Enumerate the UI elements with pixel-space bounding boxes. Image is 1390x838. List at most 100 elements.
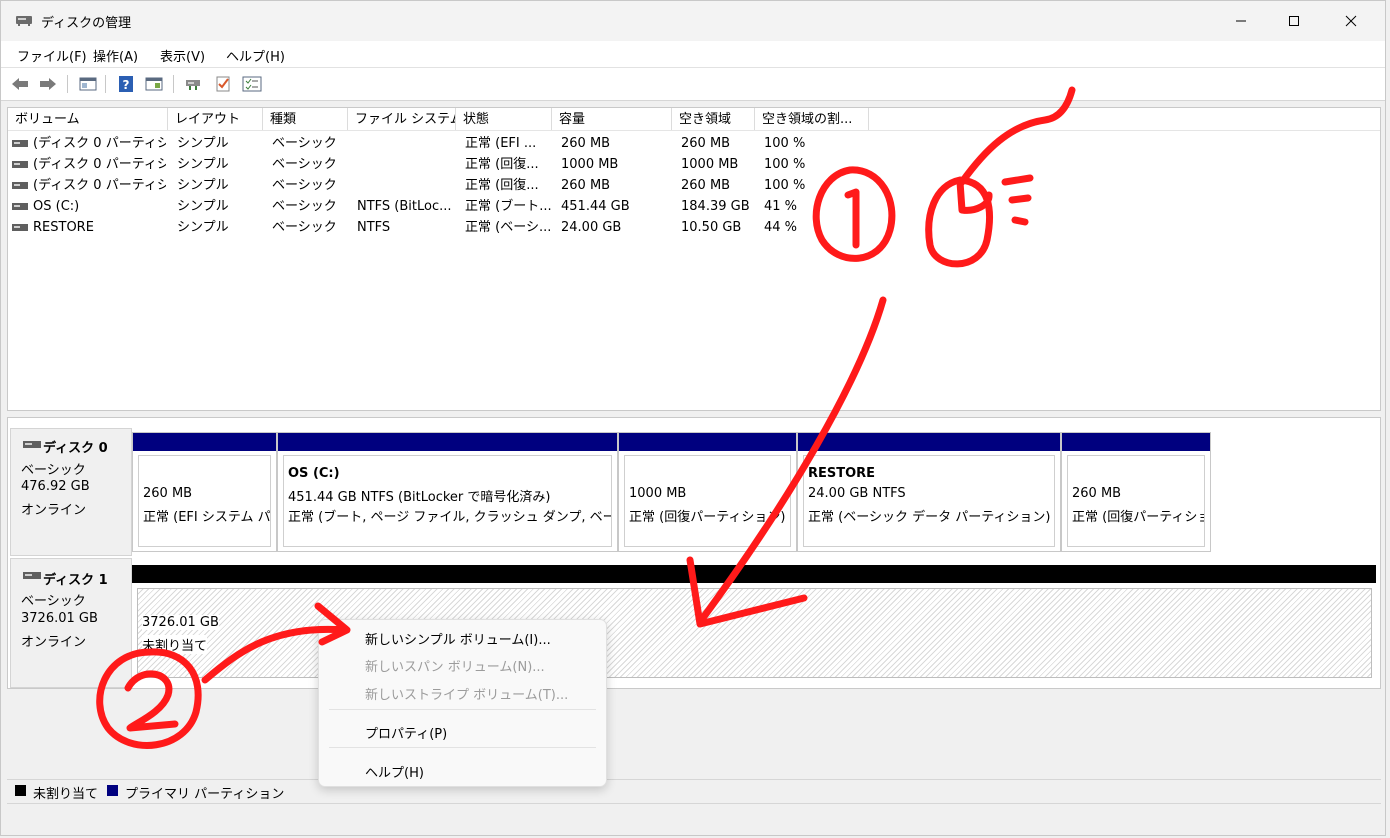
legend-bar: 未割り当て プライマリ パーティション	[7, 779, 1381, 802]
volume-free-space: 10.50 GB	[681, 220, 742, 235]
toolbar-separator	[105, 75, 106, 93]
volume-row[interactable]: RESTORE シンプル ベーシック NTFS 正常 (ベーシ... 24.00…	[8, 217, 1380, 238]
toolbar: ?	[1, 68, 1385, 101]
volume-drive-icon	[12, 161, 28, 168]
volume-filesystem	[357, 175, 457, 196]
partition-bar	[278, 433, 617, 451]
partition-efi[interactable]: 260 MB 正常 (EFI システム パ-	[132, 432, 277, 552]
column-header-capacity[interactable]: 容量	[552, 108, 672, 130]
volume-row[interactable]: OS (C:) シンプル ベーシック NTFS (BitLoc... 正常 (ブ…	[8, 196, 1380, 217]
minimize-button[interactable]	[1218, 1, 1264, 41]
partition-name: OS (C:)	[288, 466, 340, 481]
disk-management-app-icon	[16, 16, 32, 26]
menu-item-new-striped-volume[interactable]: 新しいストライプ ボリューム(T)...	[365, 684, 568, 703]
volume-row[interactable]: (ディスク 0 パーティショ... シンプル ベーシック 正常 (回復... 2…	[8, 175, 1380, 196]
partition-name: RESTORE	[808, 466, 876, 481]
legend-primary-swatch	[107, 785, 118, 796]
partition-body: 1000 MB 正常 (回復パーティション)	[624, 455, 791, 547]
check-icon	[216, 76, 230, 92]
view-button[interactable]	[143, 74, 165, 94]
partition-recovery-2[interactable]: 260 MB 正常 (回復パーティショ	[1061, 432, 1211, 552]
volume-percent-free: 100 %	[764, 178, 806, 193]
partition-size: 24.00 GB NTFS	[808, 486, 906, 501]
column-header-filesystem[interactable]: ファイル システム	[348, 108, 456, 130]
properties-list-button[interactable]	[241, 74, 263, 94]
connect-drive-button[interactable]	[183, 74, 205, 94]
volume-filesystem	[357, 133, 457, 154]
volume-capacity: 260 MB	[561, 136, 611, 151]
menu-separator	[329, 709, 596, 710]
partition-status: 正常 (回復パーティション)	[629, 510, 786, 525]
menu-action[interactable]: 操作(A)	[93, 46, 138, 65]
volume-free-space: 260 MB	[681, 178, 731, 193]
volume-percent-free: 100 %	[764, 157, 806, 172]
partition-recovery-1[interactable]: 1000 MB 正常 (回復パーティション)	[618, 432, 797, 552]
volume-row[interactable]: (ディスク 0 パーティショ... シンプル ベーシック 正常 (回復... 1…	[8, 154, 1380, 175]
disk-0-name: ディスク 0	[43, 441, 108, 456]
volume-drive-icon	[12, 203, 28, 210]
connect-drive-icon	[186, 80, 200, 90]
volume-status: 正常 (回復...	[465, 157, 539, 172]
partition-status: 正常 (ブート, ページ ファイル, クラッシュ ダンプ, ベーシック テ	[288, 510, 611, 525]
volume-filesystem: NTFS	[357, 220, 391, 235]
disk-0-type: ベーシック	[21, 463, 86, 478]
partition-status: 正常 (回復パーティショ	[1072, 510, 1205, 525]
close-icon	[1345, 15, 1357, 27]
unallocated-size: 3726.01 GB	[142, 615, 219, 630]
disk-0-label[interactable]: ディスク 0 ベーシック 476.92 GB オンライン	[10, 428, 132, 556]
help-button[interactable]: ?	[115, 74, 137, 94]
volume-row[interactable]: (ディスク 0 パーティショ... シンプル ベーシック 正常 (EFI ...…	[8, 133, 1380, 154]
volume-layout: シンプル	[177, 157, 229, 172]
column-header-volume[interactable]: ボリューム	[8, 108, 168, 130]
column-header-layout[interactable]: レイアウト	[168, 108, 263, 130]
volume-capacity: 24.00 GB	[561, 220, 622, 235]
volume-layout: シンプル	[177, 199, 229, 214]
disk-management-window: ディスクの管理 ファイル(F) 操作(A) 表示(V) ヘルプ(H) ? ボリュ…	[0, 0, 1386, 836]
partition-bar	[1062, 433, 1210, 451]
back-arrow-icon	[12, 78, 28, 90]
menu-item-new-spanned-volume[interactable]: 新しいスパン ボリューム(N)...	[365, 656, 545, 675]
menu-view[interactable]: 表示(V)	[160, 46, 205, 65]
disk-1-status: オンライン	[21, 635, 87, 650]
volume-status: 正常 (EFI ...	[465, 136, 537, 151]
volume-free-space: 184.39 GB	[681, 199, 750, 214]
menu-item-new-simple-volume[interactable]: 新しいシンプル ボリューム(I)...	[365, 629, 551, 648]
partition-bar	[798, 433, 1060, 451]
toolbar-separator	[67, 75, 68, 93]
volume-capacity: 1000 MB	[561, 157, 619, 172]
status-bar	[7, 803, 1381, 832]
volume-name: (ディスク 0 パーティショ...	[33, 136, 166, 151]
volume-percent-free: 44 %	[764, 220, 798, 235]
menu-file[interactable]: ファイル(F)	[17, 46, 87, 65]
check-button[interactable]	[212, 74, 234, 94]
context-menu: 新しいシンプル ボリューム(I)... 新しいスパン ボリューム(N)... 新…	[318, 619, 607, 787]
disk-1-label[interactable]: ディスク 1 ベーシック 3726.01 GB オンライン	[10, 558, 132, 688]
maximize-button[interactable]	[1271, 1, 1317, 41]
menu-help[interactable]: ヘルプ(H)	[226, 46, 285, 65]
menu-item-help[interactable]: ヘルプ(H)	[365, 762, 424, 781]
column-header-type[interactable]: 種類	[263, 108, 348, 130]
partition-restore[interactable]: RESTORE 24.00 GB NTFS 正常 (ベーシック データ パーティ…	[797, 432, 1061, 552]
menu-item-properties[interactable]: プロパティ(P)	[365, 723, 447, 742]
title-bar: ディスクの管理	[1, 1, 1385, 41]
column-header-status[interactable]: 状態	[456, 108, 552, 130]
disk-1-type: ベーシック	[21, 594, 86, 609]
console-tree-button[interactable]	[77, 74, 99, 94]
partition-size: 1000 MB	[629, 486, 687, 501]
back-button[interactable]	[9, 74, 31, 94]
forward-button[interactable]	[37, 74, 59, 94]
menu-bar: ファイル(F) 操作(A) 表示(V) ヘルプ(H)	[1, 41, 1385, 68]
column-header-percent-free[interactable]: 空き領域の割...	[755, 108, 869, 130]
toolbar-separator	[173, 75, 174, 93]
maximize-icon	[1289, 16, 1299, 26]
disk-0-status: オンライン	[21, 503, 87, 518]
partition-status: 正常 (ベーシック データ パーティション)	[808, 510, 1051, 525]
volume-type: ベーシック	[272, 178, 337, 193]
disk-icon	[23, 441, 41, 448]
partition-os-c[interactable]: OS (C:) 451.44 GB NTFS (BitLocker で暗号化済み…	[277, 432, 618, 552]
console-tree-icon	[79, 77, 97, 91]
column-header-free-space[interactable]: 空き領域	[672, 108, 755, 130]
partition-body: OS (C:) 451.44 GB NTFS (BitLocker で暗号化済み…	[283, 455, 612, 547]
close-button[interactable]	[1328, 1, 1374, 41]
window-title: ディスクの管理	[41, 16, 132, 31]
